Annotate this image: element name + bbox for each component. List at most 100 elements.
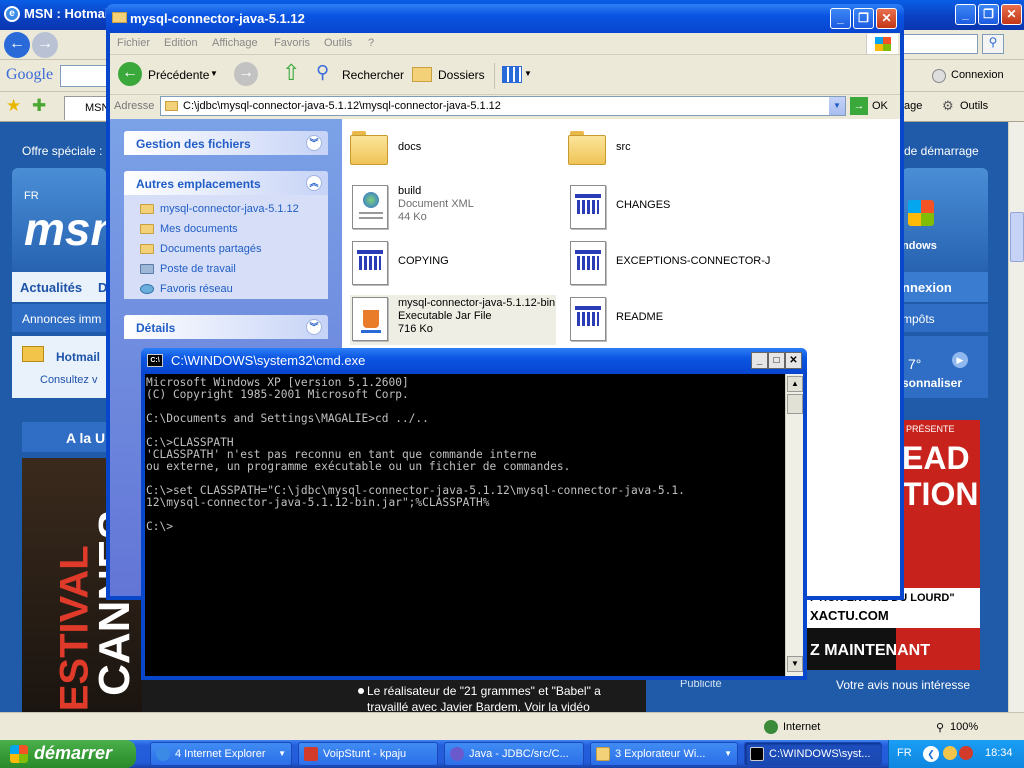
start-button[interactable]: démarrer xyxy=(0,740,136,768)
add-favorite-icon[interactable]: ✚ xyxy=(32,96,46,116)
chevron-up-icon[interactable]: ︽ xyxy=(306,175,322,191)
nav-connexion[interactable]: nnexion xyxy=(902,280,952,295)
weather-next-icon[interactable]: ▶ xyxy=(952,352,968,368)
menu-edition[interactable]: Edition xyxy=(164,37,198,49)
ie-tab[interactable]: MSN xyxy=(64,96,109,120)
offer-text[interactable]: Offre spéciale : xyxy=(22,144,102,158)
task-files-header[interactable]: Gestion des fichiers ︾ xyxy=(124,131,328,155)
scroll-down-icon[interactable]: ▼ xyxy=(787,656,803,672)
tray-alert-icon[interactable] xyxy=(959,746,973,760)
menu-fichier[interactable]: Fichier xyxy=(117,37,150,49)
cmd-console-output[interactable]: Microsoft Windows XP [version 5.1.2600] … xyxy=(145,374,785,676)
zoom-level[interactable]: 100% xyxy=(950,721,978,733)
back-button[interactable]: Précédente xyxy=(148,68,209,82)
annonces-link[interactable]: Annonces imm xyxy=(22,312,101,326)
go-button[interactable]: OK xyxy=(872,100,888,112)
cmd-maximize-button[interactable]: □ xyxy=(768,352,785,369)
task-details-header[interactable]: Détails ︾ xyxy=(124,315,328,339)
link-mysql-folder[interactable]: mysql-connector-java-5.1.12 xyxy=(124,199,328,219)
tray-expand-icon[interactable]: ❮ xyxy=(923,746,939,762)
search-button[interactable]: Rechercher xyxy=(342,68,404,82)
menu-outils[interactable]: Outils xyxy=(324,37,352,49)
ie-search-input[interactable] xyxy=(902,34,978,54)
tray-app-icon[interactable] xyxy=(943,746,957,760)
back-arrow-icon[interactable]: ← xyxy=(118,62,142,86)
go-arrow-icon[interactable]: → xyxy=(850,97,868,115)
menu-affichage[interactable]: Affichage xyxy=(212,37,258,49)
google-search-input[interactable] xyxy=(60,65,108,87)
views-dropdown-icon[interactable]: ▼ xyxy=(524,69,532,78)
ie-close-button[interactable]: ✕ xyxy=(1001,4,1022,25)
impots-link[interactable]: mpôts xyxy=(902,312,935,326)
link-mes-documents[interactable]: Mes documents xyxy=(124,219,328,239)
explorer-close-button[interactable]: ✕ xyxy=(876,8,897,29)
chevron-down-icon[interactable]: ︾ xyxy=(306,135,322,151)
taskbar-voipstunt[interactable]: VoipStunt - kpaju xyxy=(298,742,438,766)
page-menu[interactable]: age xyxy=(904,100,922,112)
file-docs[interactable]: docs xyxy=(350,127,560,177)
ie-minimize-button[interactable]: _ xyxy=(955,4,976,25)
chevron-down-icon[interactable]: ︾ xyxy=(306,319,322,335)
cmd-minimize-button[interactable]: _ xyxy=(751,352,768,369)
ie-forward-icon[interactable]: → xyxy=(32,32,58,58)
taskbar-explorer[interactable]: 3 Explorateur Wi... ▼ xyxy=(590,742,738,766)
tools-menu[interactable]: Outils xyxy=(960,100,988,112)
ie-back-icon[interactable]: ← xyxy=(4,32,30,58)
explorer-titlebar[interactable]: mysql-connector-java-5.1.12 _ ❐ ✕ xyxy=(106,4,904,33)
personnaliser-link[interactable]: sonnaliser xyxy=(902,376,962,390)
cmd-titlebar[interactable]: C:\ C:\WINDOWS\system32\cmd.exe _ □ ✕ xyxy=(141,348,807,374)
folder-icon xyxy=(140,204,154,214)
msn-logo[interactable]: msn xyxy=(24,202,119,256)
votre-avis-link[interactable]: Votre avis nous intéresse xyxy=(836,678,970,692)
file-build[interactable]: build Document XML 44 Ko xyxy=(350,183,560,233)
forward-arrow-icon[interactable]: → xyxy=(234,62,258,86)
language-indicator[interactable]: FR xyxy=(897,747,912,759)
file-exceptions[interactable]: EXCEPTIONS-CONNECTOR-J xyxy=(568,239,778,289)
link-favoris-reseau[interactable]: Favoris réseau xyxy=(124,279,328,299)
consultez-link[interactable]: Consultez v xyxy=(40,374,97,386)
cmd-scroll-thumb[interactable] xyxy=(787,394,803,414)
menu-favoris[interactable]: Favoris xyxy=(274,37,310,49)
explorer-minimize-button[interactable]: _ xyxy=(830,8,851,29)
scroll-up-icon[interactable]: ▲ xyxy=(787,376,803,392)
taskbar-cmd[interactable]: C:\WINDOWS\syst... xyxy=(744,742,882,766)
up-folder-icon[interactable]: ⇧ xyxy=(282,60,300,86)
une-header: A la U xyxy=(22,422,106,452)
link-poste-de-travail[interactable]: Poste de travail xyxy=(124,259,328,279)
news-line1[interactable]: Le réalisateur de "21 grammes" et "Babel… xyxy=(367,684,601,698)
ie-scrollbar[interactable] xyxy=(1008,122,1024,712)
menu-help[interactable]: ? xyxy=(368,37,374,49)
ie-maximize-button[interactable]: ❐ xyxy=(978,4,999,25)
file-readme[interactable]: README xyxy=(568,295,778,345)
address-input[interactable]: C:\jdbc\mysql-connector-java-5.1.12\mysq… xyxy=(160,96,846,116)
connexion-link[interactable]: Connexion xyxy=(951,69,1004,81)
windows-link[interactable]: ndows xyxy=(902,240,937,252)
link-documents-partages[interactable]: Documents partagés xyxy=(124,239,328,259)
address-path: C:\jdbc\mysql-connector-java-5.1.12\mysq… xyxy=(183,100,501,112)
hotmail-link[interactable]: Hotmail xyxy=(56,350,100,364)
views-icon[interactable] xyxy=(502,66,522,83)
file-src[interactable]: src xyxy=(568,127,778,177)
shared-folder-icon xyxy=(140,244,154,254)
folders-button[interactable]: Dossiers xyxy=(438,68,485,82)
cmd-close-button[interactable]: ✕ xyxy=(785,352,802,369)
task-other-header[interactable]: Autres emplacements ︽ xyxy=(124,171,328,195)
taskbar-label: 3 Explorateur Wi... xyxy=(615,748,706,760)
ie-scroll-thumb[interactable] xyxy=(1010,212,1024,262)
news-line2[interactable]: travaillé avec Javier Bardem. Voir la vi… xyxy=(367,700,590,712)
file-jar[interactable]: mysql-connector-java-5.1.12-bin Executab… xyxy=(350,295,556,345)
offer-right-text[interactable]: de démarrage xyxy=(904,144,979,158)
windows-logo-icon xyxy=(908,200,934,226)
ie-search-icon[interactable]: ⚲ xyxy=(982,34,1004,54)
explorer-maximize-button[interactable]: ❐ xyxy=(853,8,874,29)
cmd-scrollbar[interactable]: ▲ ▼ xyxy=(785,374,803,676)
favorites-star-icon[interactable]: ★ xyxy=(6,96,21,116)
taskbar-ie[interactable]: 4 Internet Explorer ▼ xyxy=(150,742,292,766)
address-dropdown-icon[interactable]: ▼ xyxy=(829,97,845,115)
taskbar-java[interactable]: Java - JDBC/src/C... xyxy=(444,742,584,766)
task-other-title: Autres emplacements xyxy=(136,177,261,191)
file-changes[interactable]: CHANGES xyxy=(568,183,778,233)
nav-actualites[interactable]: Actualités xyxy=(20,280,82,295)
back-dropdown-icon[interactable]: ▼ xyxy=(210,69,218,78)
file-copying[interactable]: COPYING xyxy=(350,239,560,289)
